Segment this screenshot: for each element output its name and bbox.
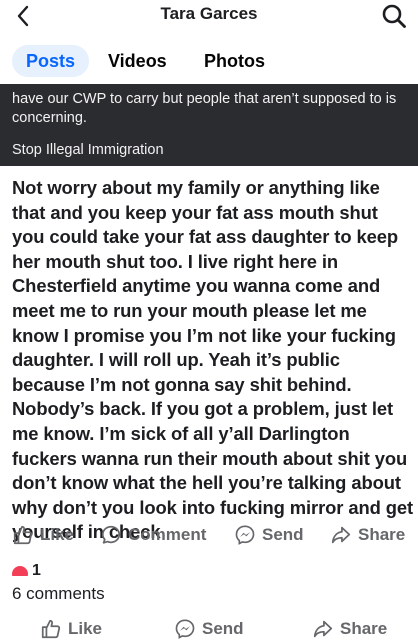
bottom-send-label: Send [202, 619, 244, 638]
back-button[interactable] [8, 2, 38, 30]
bottom-share-label: Share [340, 619, 388, 638]
search-button[interactable] [378, 1, 410, 31]
share-label: Share [358, 525, 406, 544]
bottom-like-button[interactable]: Like [40, 616, 102, 640]
thumbs-up-icon [41, 619, 61, 639]
comment-bubble-icon [101, 525, 121, 544]
thumbs-up-icon [13, 525, 33, 545]
caption-tag: Stop Illegal Immigration [12, 142, 164, 158]
search-icon [382, 4, 406, 28]
like-button[interactable]: Like [12, 520, 74, 550]
tab-posts[interactable]: Posts [12, 45, 90, 77]
send-button[interactable]: Send [234, 520, 304, 550]
bottom-send-button[interactable]: Send [174, 616, 244, 640]
comments-count[interactable]: 6 comments [12, 584, 105, 604]
bottom-share-button[interactable]: Share [312, 616, 387, 640]
image-caption: have our CWP to carry but people that ar… [0, 84, 418, 166]
post-text: Not worry about my family or anything li… [12, 177, 414, 543]
tab-photos[interactable]: Photos [204, 45, 265, 77]
caption-text: have our CWP to carry but people that ar… [12, 91, 397, 126]
bottom-action-bar: Like Send Share [0, 616, 418, 640]
messenger-icon [175, 619, 195, 639]
top-bar: Tara Garces [0, 0, 418, 32]
love-reaction-icon [12, 566, 28, 576]
send-label: Send [262, 525, 304, 544]
tab-videos[interactable]: Videos [108, 45, 167, 77]
share-arrow-icon [331, 526, 351, 544]
share-button[interactable]: Share [330, 520, 405, 550]
reaction-summary[interactable]: 1 [12, 564, 52, 576]
chevron-left-icon [17, 5, 29, 27]
bottom-like-label: Like [68, 619, 103, 638]
messenger-icon [235, 525, 255, 545]
comment-button[interactable]: Comment [100, 520, 206, 550]
post-action-bar: Like Comment Send Share [0, 520, 418, 550]
reaction-count: 1 [32, 564, 41, 576]
like-label: Like [40, 525, 75, 544]
page-title: Tara Garces [160, 4, 258, 23]
profile-tabs: Posts Videos Photos [0, 40, 418, 82]
comment-label: Comment [128, 525, 207, 544]
share-arrow-icon [313, 620, 333, 638]
